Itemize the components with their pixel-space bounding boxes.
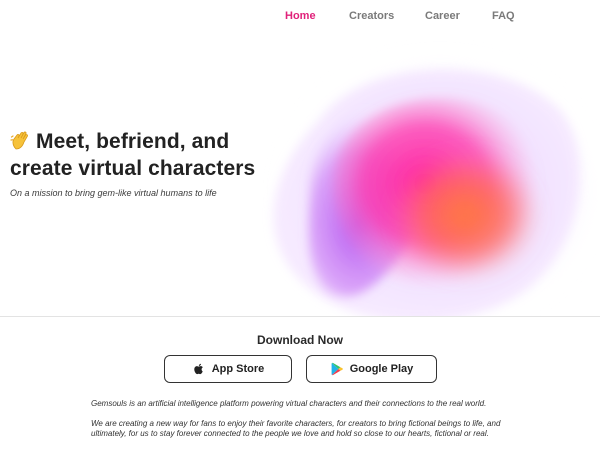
google-play-button[interactable]: Google Play: [306, 355, 437, 383]
hero-title: Meet, befriend, and create virtual chara…: [10, 128, 310, 182]
apple-icon: [194, 363, 203, 375]
top-nav: Home Creators Career FAQ: [0, 10, 600, 26]
nav-home-link[interactable]: Home: [285, 10, 316, 22]
about-paragraph-2: We are creating a new way for fans to en…: [91, 419, 501, 438]
nav-faq-link[interactable]: FAQ: [492, 10, 515, 22]
hero-gradient-blob: [250, 40, 600, 330]
google-play-icon: [331, 362, 343, 376]
nav-career-link[interactable]: Career: [425, 10, 460, 22]
app-store-button[interactable]: App Store: [164, 355, 292, 383]
download-title: Download Now: [257, 333, 343, 347]
google-play-label: Google Play: [349, 363, 414, 375]
nav-creators-link[interactable]: Creators: [349, 10, 394, 22]
app-store-label: App Store: [211, 363, 265, 375]
about-paragraph-1: Gemsouls is an artificial intelligence p…: [91, 399, 487, 408]
about-text: Gemsouls is an artificial intelligence p…: [91, 399, 511, 449]
download-panel: Download Now App Store Google Play Gemso…: [0, 316, 600, 451]
waving-hand-icon: [10, 129, 34, 151]
hero-title-line1: Meet, befriend, and: [36, 130, 230, 153]
hero-title-line2: create virtual characters: [10, 157, 256, 180]
hero-subtitle: On a mission to bring gem-like virtual h…: [10, 188, 217, 198]
